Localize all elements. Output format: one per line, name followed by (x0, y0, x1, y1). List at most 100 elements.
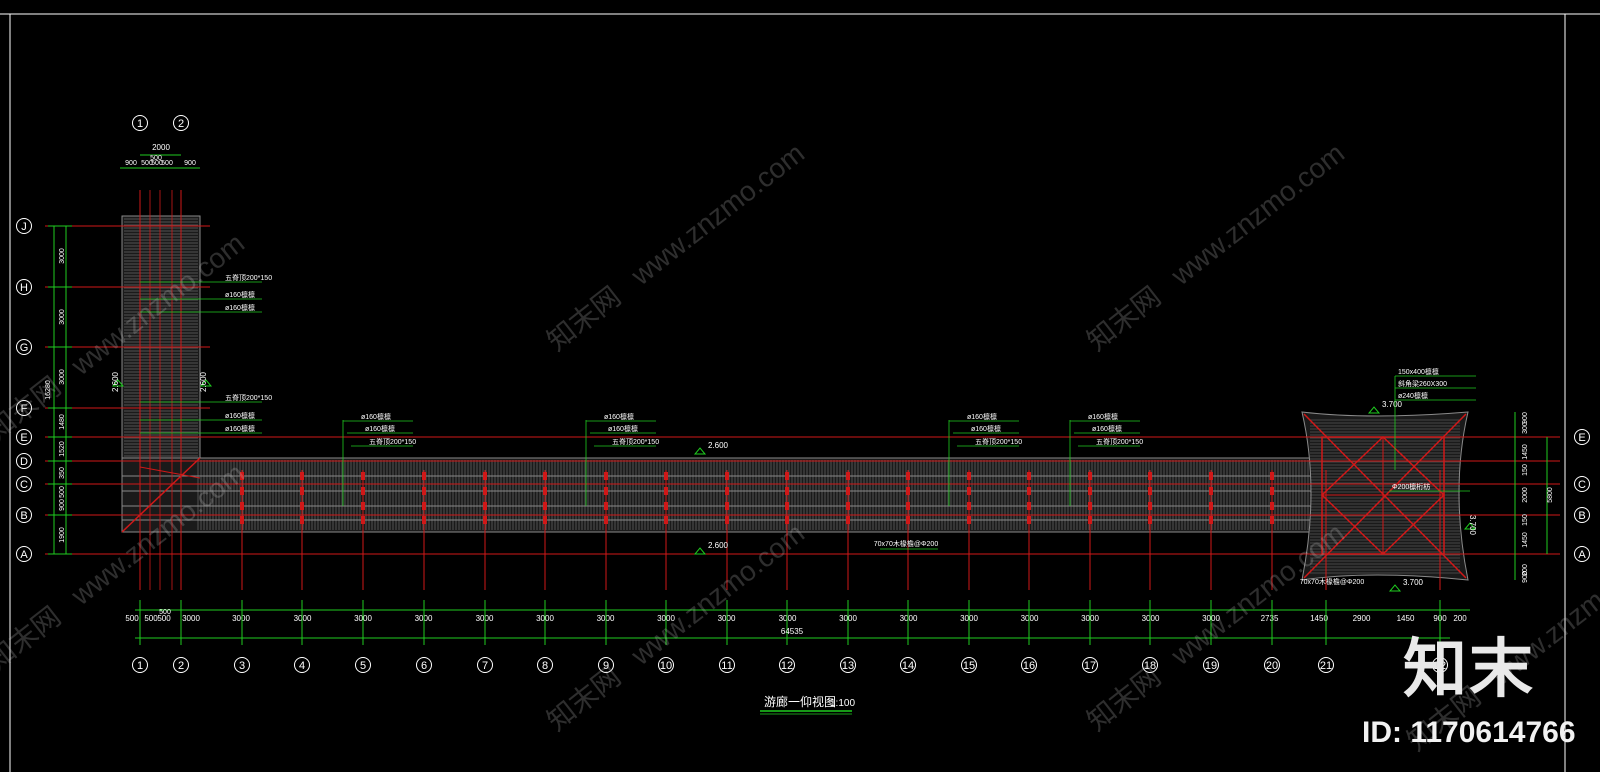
axis-bubble-right-B: B (1574, 507, 1590, 523)
axis-bubble-bottom-5: 5 (355, 657, 371, 673)
dim-top-total: 2000 (152, 143, 170, 152)
svg-text:6: 6 (421, 660, 427, 672)
svg-text:D: D (20, 456, 28, 468)
elevation-mark: 2.600 (708, 441, 729, 450)
axis-bubble-left-J: J (16, 218, 32, 234)
dim-bottom: 3000 (232, 614, 250, 623)
dim-left: 3000 (59, 369, 66, 385)
watermark: 知末网www.znzmo.com (1081, 137, 1350, 357)
watermark: 知末网www.znzmo.com (1081, 517, 1350, 737)
callout-left: ø160檩檩 (225, 424, 255, 433)
axis-bubble-bottom-8: 8 (537, 657, 553, 673)
axis-bubble-right-C: C (1574, 476, 1590, 492)
svg-text:12: 12 (781, 660, 793, 672)
callout-group: ø160檩檩 (967, 412, 997, 421)
svg-text:E: E (20, 432, 27, 444)
dim-right: 900 (1522, 571, 1529, 583)
callout-left: ø160檩檩 (225, 303, 255, 312)
dim-bottom: 200 (1453, 614, 1467, 623)
dim-right: 900 (1522, 412, 1529, 424)
callout-pavilion: 150x400檩檩 (1398, 367, 1439, 376)
svg-text:2: 2 (178, 660, 184, 672)
axis-bubble-bottom-12: 12 (779, 657, 795, 673)
callout-group: ø160檩檩 (971, 424, 1001, 433)
callout-group: ø160檩檩 (361, 412, 391, 421)
svg-text:C: C (20, 479, 28, 491)
dim-bottom: 3000 (1021, 614, 1039, 623)
purlin-note: 70x70木椽檐@Φ200 (874, 539, 939, 548)
axis-bubble-left-G: G (16, 339, 32, 355)
dim-total: 64535 (781, 627, 804, 636)
dim-bottom: 3000 (294, 614, 312, 623)
image-id: ID: 1170614766 (1362, 716, 1576, 749)
dim-bottom: 3000 (779, 614, 797, 623)
watermark: 知末网www.znzmo.com (541, 137, 810, 357)
dim-top: 900 (184, 160, 196, 167)
axis-bubble-right-A: A (1574, 546, 1590, 562)
svg-text:B: B (20, 510, 27, 522)
dim-bottom: 3000 (900, 614, 918, 623)
dim-left: 500 (59, 486, 66, 498)
axis-bubble-bottom-21: 21 (1318, 657, 1334, 673)
callout-group: 五脊顶200*150 (1096, 437, 1143, 446)
axis-bubble-left-H: H (16, 279, 32, 295)
axis-bubble-bottom-19: 19 (1203, 657, 1219, 673)
dim-bottom: 500 (125, 614, 139, 623)
axis-bubble-bottom-14: 14 (900, 657, 916, 673)
dim-bottom: 500 (144, 614, 158, 623)
dim-top: 500 (161, 160, 173, 167)
dim-left: 1480 (59, 414, 66, 430)
dim-right: 1450 (1522, 444, 1529, 460)
elevation-mark: 3.700 (1403, 578, 1424, 587)
axis-bubble-bottom-13: 13 (840, 657, 856, 673)
dim-right: 150 (1522, 464, 1529, 476)
brand-logo: 知末 (1403, 632, 1535, 707)
dim-right: 150 (1522, 514, 1529, 526)
axis-bubble-bottom-16: 16 (1021, 657, 1037, 673)
svg-text:17: 17 (1084, 660, 1096, 672)
svg-text:13: 13 (842, 660, 854, 672)
dim-left: 900 (59, 499, 66, 511)
svg-text:www.znzmo.com: www.znzmo.com (625, 137, 810, 291)
dim-top: 900 (125, 160, 137, 167)
dim-right: 1450 (1522, 532, 1529, 548)
svg-text:A: A (1578, 549, 1586, 561)
svg-text:21: 21 (1320, 660, 1332, 672)
dim-left: 350 (59, 467, 66, 479)
drawing-title: 游廊一仰视图 1:100 (760, 694, 855, 715)
svg-text:B: B (1578, 510, 1585, 522)
axis-bubble-bottom-7: 7 (477, 657, 493, 673)
axis-bubbles: 1 2 3 4 5 6 7 8 9 10 11 12 13 14 15 16 17 18 19 20 21 221 2JHG… (16, 115, 1590, 673)
axis-bubble-left-A: A (16, 546, 32, 562)
svg-text:19: 19 (1205, 660, 1217, 672)
title-text: 游廊一仰视图 (764, 694, 836, 709)
svg-text:8: 8 (542, 660, 548, 672)
axis-bubble-bottom-11: 11 (719, 657, 735, 673)
axis-bubble-bottom-3: 3 (234, 657, 250, 673)
svg-text:5: 5 (360, 660, 366, 672)
svg-text:www.znzmo.com: www.znzmo.com (1165, 517, 1350, 671)
drawing-canvas: 500 500 500 3000 3000 3000 3000 3000 3000 3000 300… (0, 13, 1600, 772)
svg-text:G: G (20, 342, 29, 354)
svg-text:4: 4 (299, 660, 305, 672)
elevation-mark: 3.700 (1468, 515, 1477, 536)
svg-text:知末网: 知末网 (541, 661, 626, 737)
axis-bubble-bottom-15: 15 (961, 657, 977, 673)
svg-text:J: J (21, 221, 27, 233)
callout-pavilion: Φ200檩桁枋 (1392, 482, 1430, 491)
svg-text:14: 14 (902, 660, 914, 672)
axis-bubble-right-E: E (1574, 429, 1590, 445)
dim-bottom: 2900 (1353, 614, 1371, 623)
axis-bubble-bottom-10: 10 (658, 657, 674, 673)
purlin-note: 70x70木椽檐@Φ200 (1300, 577, 1365, 586)
elevation-mark: 3.700 (1382, 400, 1403, 409)
callout-left: 五脊顶200*150 (225, 393, 272, 402)
dim-left: 3000 (59, 248, 66, 264)
axis-bubble-top-2: 2 (173, 115, 189, 131)
callout-group: ø160檩檩 (1092, 424, 1122, 433)
dim-bottom: 3000 (182, 614, 200, 623)
svg-text:2: 2 (178, 118, 184, 130)
svg-text:E: E (1578, 432, 1585, 444)
svg-text:知末网: 知末网 (1081, 281, 1166, 357)
axis-bubble-left-C: C (16, 476, 32, 492)
